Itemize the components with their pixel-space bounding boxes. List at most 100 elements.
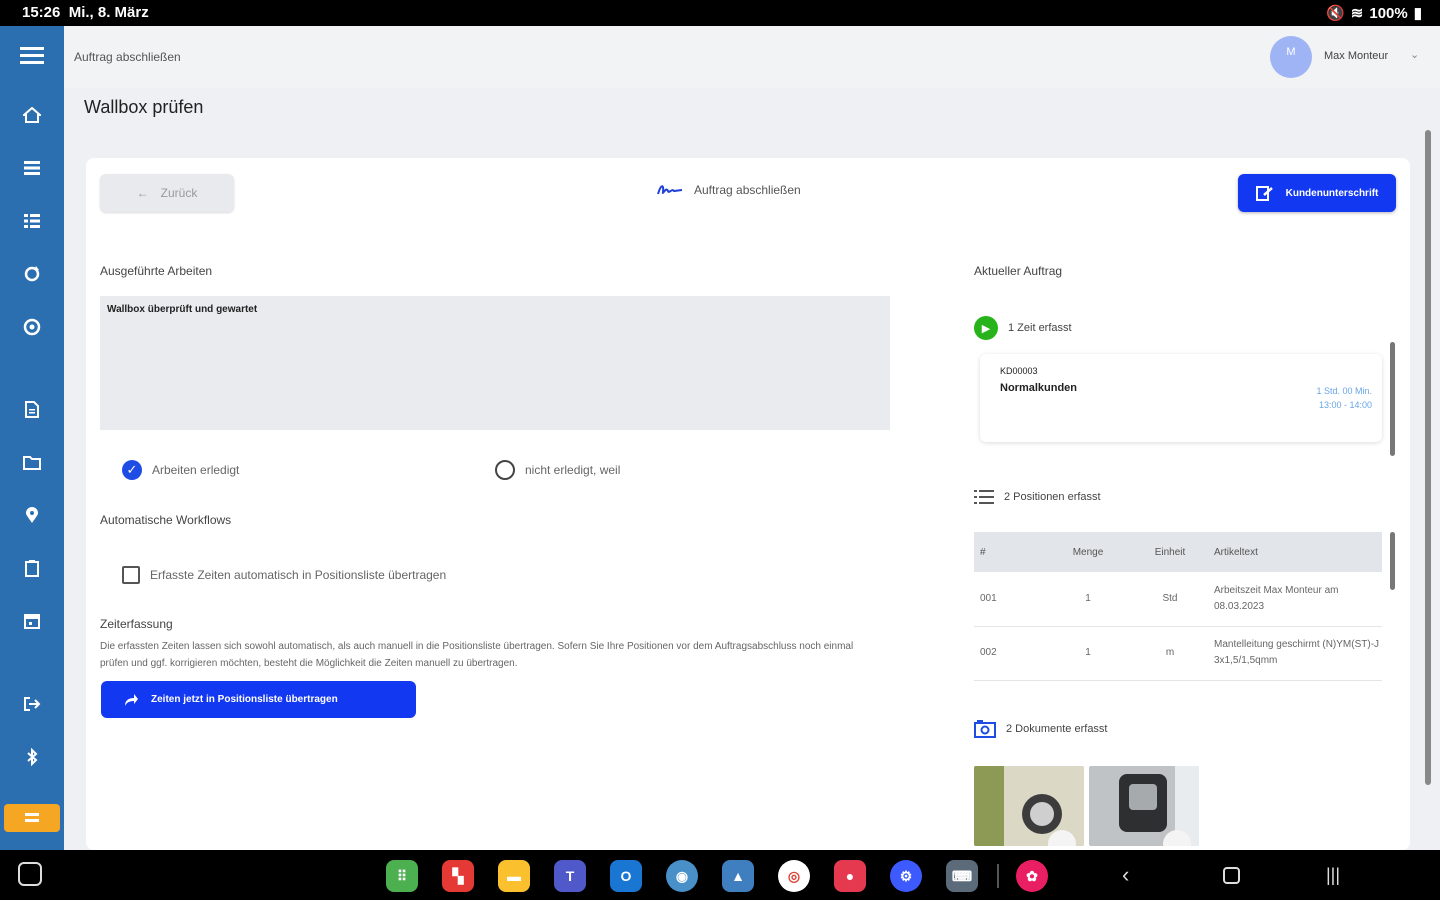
time-count-label: 1 Zeit erfasst: [1008, 322, 1072, 334]
home-icon[interactable]: [20, 103, 44, 127]
workflows-label: Automatische Workflows: [100, 513, 232, 527]
radio-not-done-label: nicht erledigt, weil: [525, 463, 621, 477]
transfer-times-button[interactable]: Zeiten jetzt in Positionsliste übertrage…: [101, 681, 416, 718]
menu-icon[interactable]: [20, 44, 44, 68]
outlook-icon[interactable]: O: [610, 860, 642, 892]
breadcrumb[interactable]: Auftrag abschließen: [74, 50, 181, 64]
documents-count: 2 Dokumente erfasst: [974, 720, 1108, 738]
taskbar-divider: [997, 864, 999, 888]
back-button[interactable]: ← Zurück: [100, 174, 234, 212]
customer-signature-label: Kundenunterschrift: [1285, 187, 1379, 199]
row-article-text: Arbeitszeit Max Monteur am 08.03.2023: [1208, 572, 1382, 627]
positions-count-label: 2 Positionen erfasst: [1004, 491, 1101, 503]
wifi-icon: ≋: [1350, 5, 1364, 22]
positions-scrollbar[interactable]: [1390, 532, 1395, 590]
screen-recorder-icon[interactable]: ●: [834, 860, 866, 892]
document-thumbnail[interactable]: [1089, 766, 1199, 846]
location-icon[interactable]: [20, 503, 44, 527]
recents-nav-icon[interactable]: |||: [1326, 862, 1340, 888]
globe-icon[interactable]: ◉: [666, 860, 698, 892]
status-bar: 15:26 Mi., 8. März 🔇 ≋ 100% ▮: [0, 0, 1440, 26]
top-bar: Auftrag abschließen M Max Monteur ⌄: [64, 26, 1440, 88]
row-number: 001: [974, 572, 1044, 627]
document-thumbnail[interactable]: [974, 766, 1084, 846]
home-nav-icon[interactable]: [1223, 867, 1240, 884]
chrome-icon[interactable]: ◎: [778, 860, 810, 892]
customer-name: Normalkunden: [1000, 382, 1078, 394]
checklist-icon[interactable]: [20, 209, 44, 233]
time-label: Zeiterfassung: [100, 617, 173, 631]
row-quantity: 1: [1044, 572, 1126, 627]
positions-table: # Menge Einheit Artikeltext 001 1 Std Ar…: [974, 532, 1382, 681]
page-title: Wallbox prüfen: [84, 97, 204, 117]
battery-icon: ▮: [1413, 5, 1422, 22]
folder-icon[interactable]: [20, 450, 44, 474]
calendar-icon[interactable]: [20, 609, 44, 633]
radio-done[interactable]: ✓ Arbeiten erledigt: [122, 460, 239, 480]
play-icon: ▶: [974, 316, 998, 340]
back-nav-icon[interactable]: ‹: [1122, 862, 1129, 888]
sign-icon: [1255, 186, 1273, 201]
table-row[interactable]: 002 1 m Mantelleitung geschirmt (N)YM(ST…: [974, 626, 1382, 681]
customer-signature-button[interactable]: Kundenunterschrift: [1238, 174, 1396, 212]
main-card: ← Zurück Auftrag abschließen Kundenunter…: [86, 158, 1410, 850]
photo-icon: [974, 720, 996, 738]
worked-textarea[interactable]: Wallbox überprüft und gewartet: [100, 296, 890, 430]
status-date: Mi., 8. März: [68, 4, 149, 21]
positions-count: 2 Positionen erfasst: [974, 488, 1101, 506]
transfer-times-label: Zeiten jetzt in Positionsliste übertrage…: [151, 694, 338, 705]
current-order-title: Aktueller Auftrag: [974, 264, 1063, 278]
gear-icon[interactable]: ⚙: [890, 860, 922, 892]
user-name[interactable]: Max Monteur: [1324, 50, 1388, 62]
share-arrow-icon: [125, 693, 138, 706]
screen-capture-icon[interactable]: [18, 862, 42, 886]
time-range: 13:00 - 14:00: [1318, 400, 1372, 410]
header-title: Auftrag abschließen: [656, 182, 801, 198]
apps-grid-icon[interactable]: ⠿: [386, 860, 418, 892]
chevron-down-icon[interactable]: ⌄: [1410, 48, 1419, 61]
col-unit: Einheit: [1126, 532, 1208, 572]
battery-level: 100%: [1369, 4, 1408, 22]
time-description: Die erfassten Zeiten lassen sich sowohl …: [100, 641, 854, 669]
time-entry-card[interactable]: KD00003 Normalkunden 1 Std. 00 Min. 13:0…: [980, 354, 1382, 442]
bixby-icon[interactable]: ✿: [1016, 860, 1048, 892]
radio-not-done[interactable]: nicht erledigt, weil: [495, 460, 620, 480]
table-row[interactable]: 001 1 Std Arbeitszeit Max Monteur am 08.…: [974, 572, 1382, 627]
auto-transfer-checkbox[interactable]: Erfasste Zeiten automatisch in Positions…: [122, 566, 446, 584]
bluetooth-icon[interactable]: [20, 745, 44, 769]
gallery-icon[interactable]: ▲: [722, 860, 754, 892]
radio-empty-icon: [495, 460, 515, 480]
folder-icon[interactable]: ▬: [498, 860, 530, 892]
row-quantity: 1: [1044, 626, 1126, 681]
keyboard-icon[interactable]: ⌨: [946, 860, 978, 892]
status-time: 15:26: [22, 4, 61, 21]
time-duration: 1 Std. 00 Min.: [1316, 386, 1372, 396]
list-icon[interactable]: [20, 156, 44, 180]
badge-icon[interactable]: [4, 804, 60, 832]
back-button-label: Zurück: [160, 186, 198, 200]
logout-icon[interactable]: [20, 692, 44, 716]
row-unit: m: [1126, 626, 1208, 681]
worked-label: Ausgeführte Arbeiten: [100, 264, 213, 278]
order-number: KD00003: [1000, 366, 1038, 376]
time-count: ▶ 1 Zeit erfasst: [974, 316, 1072, 340]
radio-checked-icon: ✓: [122, 460, 142, 480]
checkbox-icon: [122, 566, 140, 584]
radio-done-label: Arbeiten erledigt: [152, 463, 240, 477]
page-scrollbar[interactable]: [1425, 130, 1431, 785]
flipboard-icon[interactable]: ▚: [442, 860, 474, 892]
avatar[interactable]: M: [1270, 36, 1312, 78]
col-quantity: Menge: [1044, 532, 1126, 572]
documents-count-label: 2 Dokumente erfasst: [1006, 723, 1108, 735]
arrow-left-icon: ←: [136, 186, 149, 200]
settings-icon[interactable]: [20, 315, 44, 339]
sync-icon[interactable]: [20, 262, 44, 286]
teams-icon[interactable]: T: [554, 860, 586, 892]
mute-icon: 🔇: [1326, 5, 1345, 22]
row-number: 002: [974, 626, 1044, 681]
list-icon: [974, 490, 994, 504]
time-list-scrollbar[interactable]: [1390, 342, 1395, 456]
row-unit: Std: [1126, 572, 1208, 627]
notes-icon[interactable]: [20, 556, 44, 580]
document-icon[interactable]: [20, 397, 44, 421]
